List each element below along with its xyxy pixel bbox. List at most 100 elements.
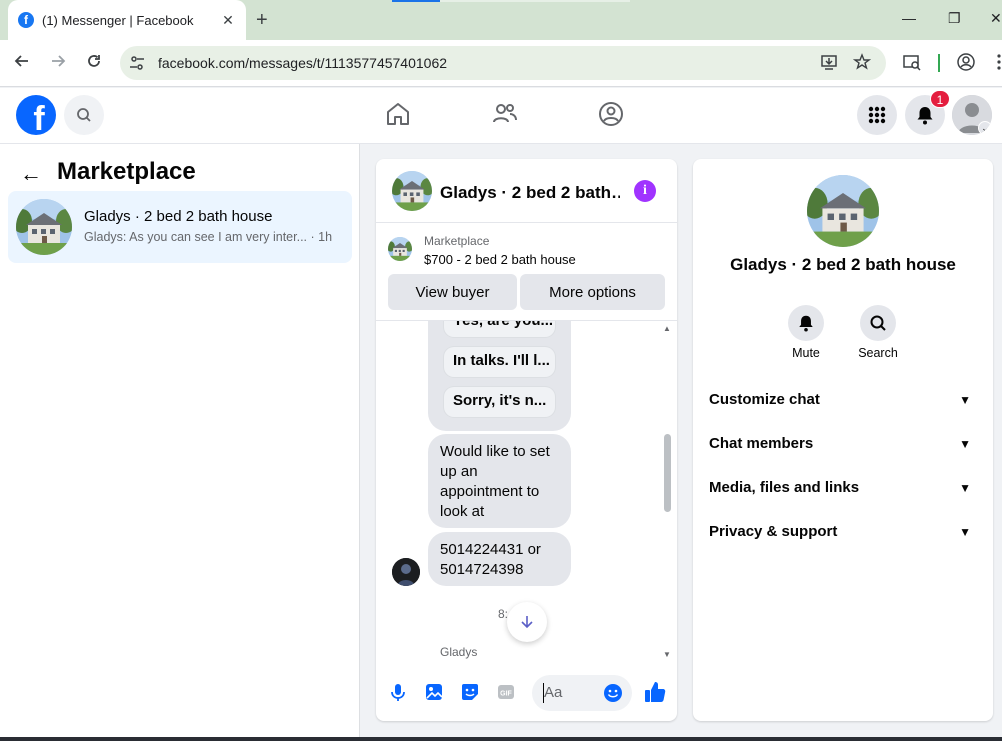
bookmark-star-icon[interactable] bbox=[852, 53, 872, 76]
svg-text:GIF: GIF bbox=[500, 691, 512, 698]
chat-thumbnail[interactable] bbox=[392, 171, 432, 211]
mute-label: Mute bbox=[792, 346, 820, 360]
marketplace-sidebar: ← Marketplace Gladys · 2 bed 2 bath hous… bbox=[0, 144, 360, 741]
forward-arrow-icon[interactable] bbox=[46, 52, 70, 75]
toolbar-divider bbox=[938, 54, 940, 72]
back-arrow-icon[interactable] bbox=[10, 52, 34, 75]
more-options-button[interactable]: More options bbox=[520, 274, 665, 310]
arrow-down-icon bbox=[521, 616, 533, 629]
window-close-button[interactable]: ✕ bbox=[990, 10, 1002, 27]
photo-icon[interactable] bbox=[423, 681, 445, 703]
quick-reply: Sorry, it's n... bbox=[444, 387, 555, 417]
facebook-logo-icon[interactable]: f bbox=[16, 95, 56, 135]
mute-action[interactable]: Mute bbox=[776, 305, 836, 360]
listing-small-thumbnail bbox=[388, 237, 412, 261]
sender-avatar[interactable] bbox=[392, 558, 420, 586]
chat-header: Gladys · 2 bed 2 bath… i bbox=[376, 159, 677, 223]
bell-icon bbox=[799, 315, 813, 332]
chevron-down-icon: ▼ bbox=[959, 437, 971, 451]
seen-by-label: Gladys bbox=[440, 645, 478, 659]
message-composer: GIF Aa bbox=[376, 671, 677, 719]
conversation-info-panel: Gladys · 2 bed 2 bath house Mute Search … bbox=[693, 159, 993, 721]
gif-icon[interactable]: GIF bbox=[495, 681, 517, 703]
chevron-down-icon: ▼ bbox=[959, 525, 971, 539]
thumbs-up-icon[interactable] bbox=[643, 680, 667, 704]
info-name: Gladys · 2 bed 2 bath house bbox=[730, 255, 956, 274]
message-scrollbar[interactable]: ▲ ▼ bbox=[661, 324, 673, 659]
tab-strip-accent bbox=[392, 0, 440, 2]
maximize-button[interactable]: ❐ bbox=[948, 10, 961, 27]
listing-thumbnail bbox=[16, 199, 72, 255]
menu-grid-button[interactable] bbox=[857, 95, 897, 135]
media-files-links-row[interactable]: Media, files and links ▼ bbox=[709, 471, 977, 507]
new-tab-button[interactable]: + bbox=[256, 10, 268, 30]
emoji-icon[interactable] bbox=[603, 683, 623, 703]
marketplace-listing-card: Marketplace $700 - 2 bed 2 bath house Vi… bbox=[376, 223, 677, 321]
notification-count-badge: 1 bbox=[930, 90, 950, 108]
message-input[interactable]: Aa bbox=[532, 675, 632, 711]
account-chevron-icon[interactable]: ⌄ bbox=[978, 121, 992, 135]
message-placeholder: Aa bbox=[544, 684, 563, 701]
tab-search-icon[interactable] bbox=[902, 52, 922, 77]
tab-title: (1) Messenger | Facebook bbox=[42, 12, 194, 28]
address-bar[interactable]: facebook.com/messages/t/1113577457401062 bbox=[120, 46, 886, 80]
info-icon[interactable]: i bbox=[634, 180, 656, 202]
section-label: Customize chat bbox=[709, 391, 820, 408]
search-icon bbox=[77, 108, 91, 122]
bell-icon bbox=[917, 107, 933, 125]
info-thumbnail[interactable] bbox=[807, 175, 879, 247]
tab-strip-accent-light bbox=[440, 0, 630, 2]
view-buyer-button[interactable]: View buyer bbox=[388, 274, 517, 310]
facebook-header: f bbox=[0, 88, 1002, 144]
chevron-down-icon: ▼ bbox=[959, 481, 971, 495]
tab-close-icon[interactable]: ✕ bbox=[220, 12, 236, 29]
grid-icon bbox=[868, 106, 886, 124]
sticker-icon[interactable] bbox=[459, 681, 481, 703]
search-label: Search bbox=[858, 346, 898, 360]
browser-tabbar: f (1) Messenger | Facebook ✕ + — ❐ ✕ bbox=[0, 0, 1002, 40]
site-settings-icon[interactable] bbox=[128, 54, 146, 72]
quick-replies-bubble: Yes, are you... In talks. I'll l... Sorr… bbox=[428, 321, 571, 431]
reload-icon[interactable] bbox=[82, 52, 106, 75]
scroll-up-arrow-icon[interactable]: ▲ bbox=[663, 324, 671, 333]
quick-reply: Yes, are you... bbox=[444, 321, 555, 337]
marketplace-label: Marketplace bbox=[424, 234, 490, 248]
listing-price-title[interactable]: $700 - 2 bed 2 bath house bbox=[424, 252, 576, 267]
search-icon bbox=[870, 315, 886, 331]
section-label: Media, files and links bbox=[709, 479, 860, 496]
message-bubble: Would like to set up an appointment to l… bbox=[428, 434, 571, 528]
scroll-down-arrow-icon[interactable]: ▼ bbox=[663, 650, 671, 659]
sidebar-title: Marketplace bbox=[57, 158, 196, 185]
scrollbar-thumb[interactable] bbox=[664, 434, 671, 512]
browser-tab-messenger[interactable]: f (1) Messenger | Facebook ✕ bbox=[8, 0, 246, 40]
back-arrow-icon[interactable]: ← bbox=[20, 161, 42, 187]
groups-icon[interactable] bbox=[597, 100, 625, 128]
chevron-down-icon: ▼ bbox=[959, 393, 971, 407]
home-icon[interactable] bbox=[384, 100, 412, 128]
search-action[interactable]: Search bbox=[848, 305, 908, 360]
taskbar-edge bbox=[0, 737, 1002, 741]
microphone-icon[interactable] bbox=[387, 681, 409, 703]
chat-panel: Gladys · 2 bed 2 bath… i Marketplace $70… bbox=[376, 159, 677, 721]
scroll-to-bottom-button[interactable] bbox=[507, 602, 547, 642]
conversation-name: Gladys · 2 bed 2 bath house bbox=[84, 208, 273, 225]
privacy-support-row[interactable]: Privacy & support ▼ bbox=[709, 515, 977, 551]
section-label: Privacy & support bbox=[709, 523, 838, 540]
facebook-search-button[interactable] bbox=[64, 95, 104, 135]
conversation-item[interactable]: Gladys · 2 bed 2 bath house Gladys: As y… bbox=[8, 191, 352, 263]
conversation-preview: Gladys: As you can see I am very inter..… bbox=[84, 230, 333, 244]
profile-icon[interactable] bbox=[956, 52, 976, 77]
friends-icon[interactable] bbox=[491, 100, 519, 128]
account-avatar[interactable]: ⌄ bbox=[952, 95, 992, 135]
facebook-favicon-icon: f bbox=[18, 12, 34, 28]
browser-toolbar: facebook.com/messages/t/1113577457401062 bbox=[0, 40, 1002, 87]
chat-members-row[interactable]: Chat members ▼ bbox=[709, 427, 977, 463]
section-label: Chat members bbox=[709, 435, 814, 452]
install-app-icon[interactable] bbox=[820, 53, 838, 76]
message-bubble: 5014224431 or 5014724398 bbox=[428, 532, 571, 586]
browser-menu-icon[interactable] bbox=[996, 52, 1002, 77]
url-text[interactable]: facebook.com/messages/t/1113577457401062 bbox=[158, 55, 447, 71]
minimize-button[interactable]: — bbox=[902, 10, 916, 26]
customize-chat-row[interactable]: Customize chat ▼ bbox=[709, 383, 977, 419]
chat-title[interactable]: Gladys · 2 bed 2 bath… bbox=[440, 183, 620, 203]
